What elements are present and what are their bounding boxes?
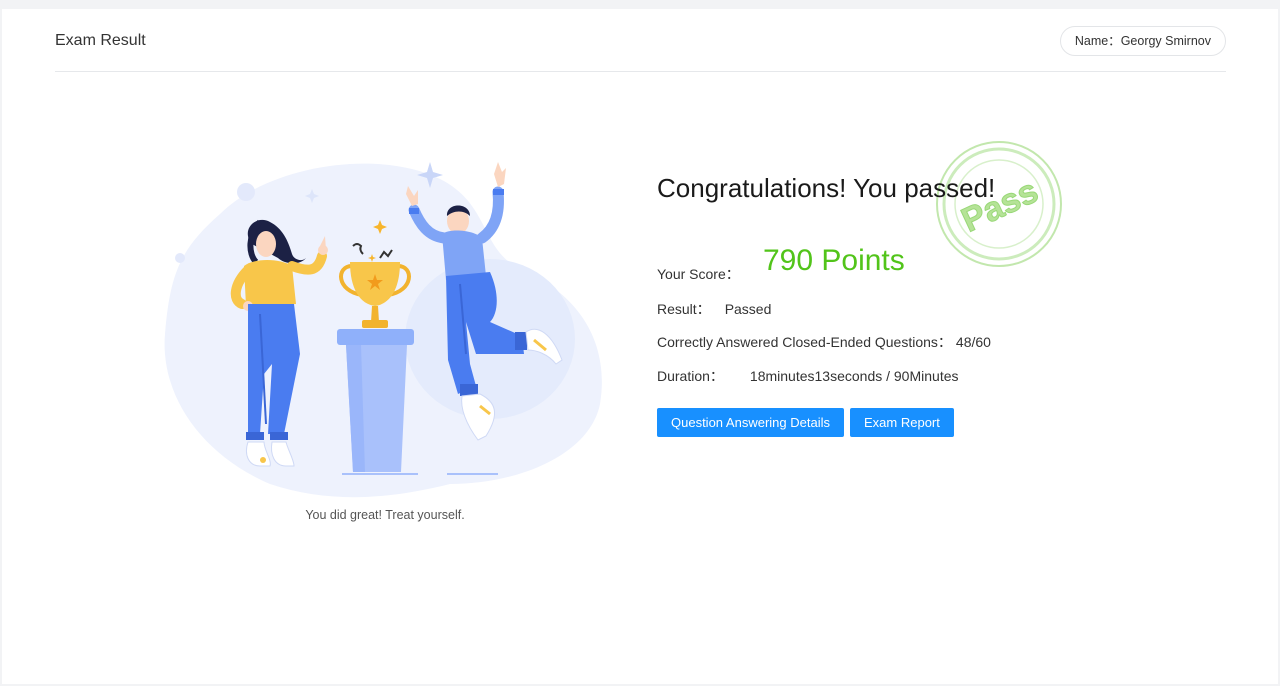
congrats-headline: Congratulations! You passed! — [657, 173, 996, 203]
celebration-illustration — [164, 162, 602, 498]
pedestal-top — [337, 329, 414, 345]
correct-answers-row: Correctly Answered Closed-Ended Question… — [657, 332, 991, 352]
pass-stamp: Pass — [936, 141, 1062, 267]
duration-row: Duration： 18minutes13seconds / 90Minutes — [657, 366, 959, 386]
correct-label: Correctly Answered Closed-Ended Question… — [657, 334, 952, 350]
decor-dot — [175, 253, 185, 263]
score-label: Your Score： — [657, 266, 740, 282]
result-value: Passed — [724, 301, 772, 317]
duration-label: Duration： — [657, 368, 724, 384]
duration-value: 18minutes13seconds / 90Minutes — [749, 368, 959, 384]
page-title: Exam Result — [55, 32, 146, 49]
illustration-caption: You did great! Treat yourself. — [305, 508, 465, 522]
result-row: Result： Passed — [657, 299, 771, 319]
result-label: Result： — [657, 301, 711, 317]
correct-value: 48/60 — [955, 334, 991, 350]
question-answering-details-button[interactable]: Question Answering Details — [657, 408, 844, 437]
result-card: Exam Result Name：Georgy Smirnov You did … — [2, 9, 1278, 684]
exam-report-button[interactable]: Exam Report — [850, 408, 954, 437]
decor-dot — [237, 183, 255, 201]
name-value: Georgy Smirnov — [1120, 34, 1211, 48]
header: Exam Result Name：Georgy Smirnov — [55, 9, 1226, 72]
score-row: Your Score： 790 Points — [657, 244, 905, 284]
score-value: 790 Points — [763, 244, 905, 277]
user-name-badge: Name：Georgy Smirnov — [1059, 26, 1226, 56]
name-label: Name： — [1074, 34, 1121, 48]
